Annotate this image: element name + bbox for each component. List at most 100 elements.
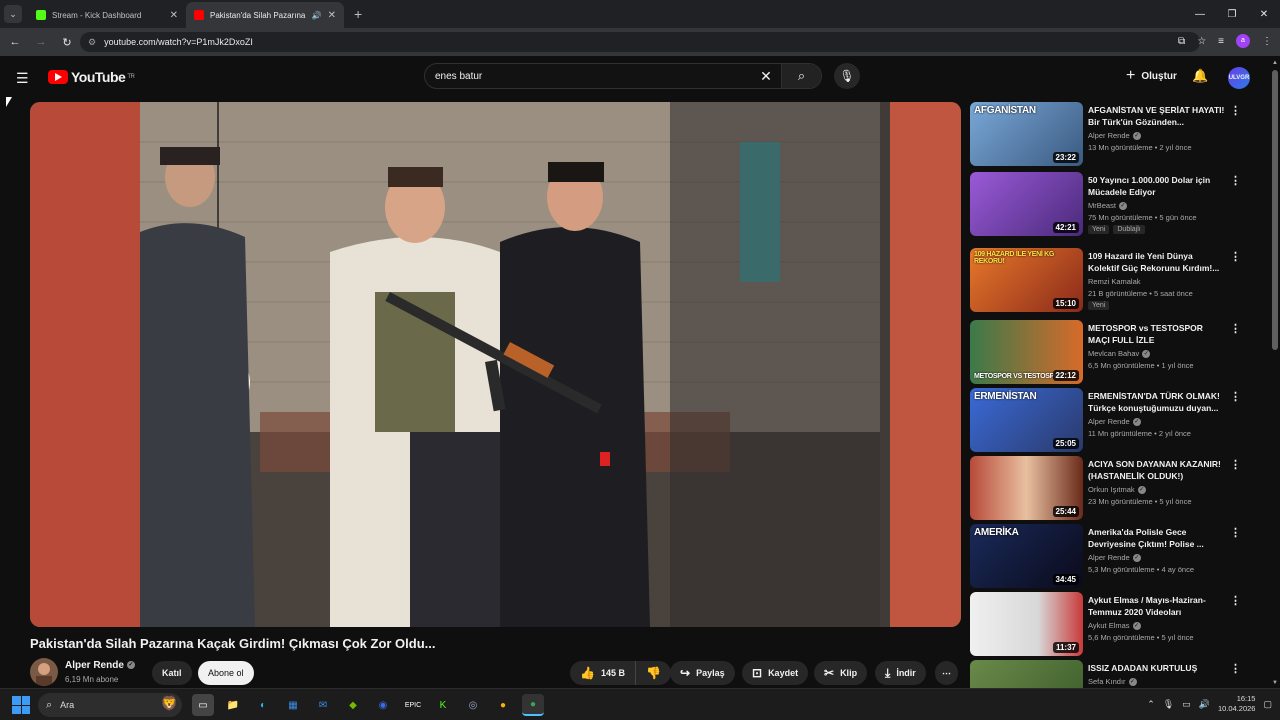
microphone-icon[interactable]: 🎙 (1163, 699, 1174, 710)
recommendation-item[interactable]: ISSIZ ADADAN KURTULUŞ Sefa Kındır ✓ ⋮ (970, 660, 1250, 688)
more-vertical-icon[interactable]: ⋮ (1230, 174, 1241, 187)
profile-avatar[interactable]: a (1236, 34, 1250, 48)
more-vertical-icon[interactable]: ⋮ (1230, 250, 1241, 263)
video-thumbnail[interactable]: 42:21 (970, 172, 1083, 236)
channel-avatar[interactable] (30, 658, 58, 686)
chrome-icon[interactable]: ● (492, 694, 514, 716)
video-thumbnail[interactable]: AMERİKA 34:45 (970, 524, 1083, 588)
share-button[interactable]: ↪ Paylaş (670, 661, 735, 685)
recommendation-item[interactable]: AMERİKA 34:45 Amerika'da Polisle Gece De… (970, 524, 1250, 590)
clock-date: 10.04.2026 (1217, 704, 1256, 713)
more-vertical-icon[interactable]: ⋮ (1230, 526, 1241, 539)
microphone-icon: 🎙 (839, 69, 855, 83)
mail-icon[interactable]: ✉ (312, 694, 334, 716)
dislike-button[interactable]: 👎 (636, 661, 671, 685)
video-thumbnail[interactable]: 25:44 (970, 456, 1083, 520)
recommendation-item[interactable]: 11:37 Aykut Elmas / Mayıs-Haziran-Temmuz… (970, 592, 1250, 658)
scroll-down-icon[interactable]: ▼ (1272, 680, 1278, 686)
more-vertical-icon[interactable]: ⋮ (1230, 594, 1241, 607)
kick-app-icon[interactable]: K (432, 694, 454, 716)
windows-start-icon[interactable] (12, 696, 30, 714)
media-controls-icon[interactable]: ≡ (1218, 36, 1224, 47)
scroll-up-icon[interactable]: ▲ (1272, 60, 1278, 66)
like-button[interactable]: 👍 145 B (570, 661, 636, 685)
video-thumbnail[interactable]: METOSPOR VS TESTOSPOR 22:12 (970, 320, 1083, 384)
more-vertical-icon[interactable]: ⋮ (1230, 390, 1241, 403)
tray-overflow-icon[interactable]: ⌃ (1147, 699, 1155, 710)
close-tab-icon[interactable]: ✕ (328, 10, 336, 21)
notifications-bell-icon[interactable]: 🔔 (1192, 68, 1208, 84)
account-avatar[interactable]: ULVGR (1228, 67, 1250, 89)
taskbar-search[interactable]: ⌕ Ara 🦁 (38, 693, 182, 717)
task-view-icon[interactable]: ▭ (192, 694, 214, 716)
verified-check-icon: ✓ (1132, 418, 1141, 427)
install-app-icon[interactable]: ⧉ (1178, 36, 1185, 47)
video-thumbnail[interactable] (970, 660, 1083, 688)
video-thumbnail[interactable]: AFGANİSTAN 23:22 (970, 102, 1083, 166)
search-button[interactable]: ⌕ (781, 64, 821, 88)
network-icon[interactable]: ▭ (1182, 699, 1191, 710)
forward-icon[interactable]: → (30, 36, 52, 48)
subscribe-button[interactable]: Abone ol (198, 661, 254, 685)
more-vertical-icon[interactable]: ⋮ (1230, 104, 1241, 117)
recommendation-title: AFGANİSTAN VE ŞERİAT HAYATI! Bir Türk'ün… (1088, 105, 1225, 127)
bookmark-star-icon[interactable]: ☆ (1197, 36, 1206, 47)
minimize-icon[interactable]: — (1184, 9, 1216, 20)
video-thumbnail[interactable]: ERMENİSTAN 25:05 (970, 388, 1083, 452)
more-vertical-icon[interactable]: ⋮ (1230, 322, 1241, 335)
steam-icon[interactable]: ◎ (462, 694, 484, 716)
channel-name[interactable]: Alper Rende ✓ (65, 660, 135, 671)
back-icon[interactable]: ← (4, 36, 26, 48)
voice-search-button[interactable]: 🎙 (834, 63, 860, 89)
address-bar[interactable]: ⚙ youtube.com/watch?v=P1mJk2DxoZI (80, 32, 1200, 52)
app-icon[interactable]: ◉ (372, 694, 394, 716)
close-icon[interactable]: ✕ (1248, 9, 1280, 20)
chrome-profile-icon[interactable]: ● (522, 694, 544, 716)
restore-icon[interactable]: ❐ (1216, 9, 1248, 20)
more-vertical-icon[interactable]: ⋮ (1230, 458, 1241, 471)
new-tab-icon[interactable]: + (354, 6, 362, 22)
join-button[interactable]: Katıl (152, 661, 192, 685)
download-button[interactable]: ⤓ İndir (875, 661, 926, 685)
recommendation-item[interactable]: METOSPOR VS TESTOSPOR 22:12 METOSPOR vs … (970, 320, 1250, 386)
logo-text: YouTube (71, 69, 126, 85)
more-vertical-icon[interactable]: ⋮ (1230, 662, 1241, 675)
browser-menu-icon[interactable]: ⋮ (1262, 36, 1272, 47)
browser-tab-youtube[interactable]: Pakistan'da Silah Pazarına K 🔊 ✕ (186, 2, 344, 28)
more-actions-button[interactable]: ⋯ (935, 661, 958, 685)
video-thumbnail[interactable]: 109 HAZARD İLE YENİ KG REKORU! 15:10 (970, 248, 1083, 312)
youtube-logo[interactable]: YouTube TR (48, 69, 135, 85)
microsoft-store-icon[interactable]: ▦ (282, 694, 304, 716)
save-button[interactable]: ⊡ Kaydet (742, 661, 809, 685)
share-icon: ↪ (680, 666, 691, 680)
hamburger-menu-icon[interactable]: ☰ (16, 70, 29, 87)
system-clock[interactable]: 16:15 10.04.2026 (1218, 694, 1256, 714)
video-thumbnail[interactable]: 11:37 (970, 592, 1083, 656)
edge-browser-icon[interactable]: ◐ (252, 694, 274, 716)
epic-games-icon[interactable]: EPIC (402, 694, 424, 716)
reload-icon[interactable]: ↻ (56, 36, 78, 49)
recommendation-item[interactable]: 42:21 50 Yayıncı 1.000.000 Dolar için Mü… (970, 172, 1250, 238)
speaker-icon[interactable]: 🔊 (312, 11, 322, 20)
recommendation-item[interactable]: 109 HAZARD İLE YENİ KG REKORU! 15:10 109… (970, 248, 1250, 314)
clip-button[interactable]: ✂ Klip (814, 661, 868, 685)
search-input[interactable]: enes batur (425, 71, 751, 82)
page-scrollbar[interactable]: ▲ ▼ (1270, 56, 1280, 688)
file-explorer-icon[interactable]: 📁 (222, 694, 244, 716)
scrollbar-thumb[interactable] (1272, 70, 1278, 350)
nvidia-icon[interactable]: ◆ (342, 694, 364, 716)
tab-search-icon[interactable]: ⌄ (4, 5, 22, 23)
recommendation-title: Aykut Elmas / Mayıs-Haziran-Temmuz 2020 … (1088, 595, 1206, 617)
volume-icon[interactable]: 🔊 (1199, 699, 1210, 710)
recommendation-item[interactable]: 25:44 ACIYA SON DAYANAN KAZANIR! (HASTAN… (970, 456, 1250, 522)
site-info-icon[interactable]: ⚙ (88, 37, 96, 48)
notifications-icon[interactable]: ▢ (1263, 699, 1272, 710)
browser-tab-kick[interactable]: Stream - Kick Dashboard ✕ (28, 2, 186, 28)
recommendation-item[interactable]: ERMENİSTAN 25:05 ERMENİSTAN'DA TÜRK OLMA… (970, 388, 1250, 454)
close-tab-icon[interactable]: ✕ (170, 10, 178, 21)
plus-icon: + (1126, 67, 1136, 84)
clear-search-icon[interactable]: ✕ (751, 68, 781, 85)
create-button[interactable]: + Oluştur (1116, 64, 1187, 88)
video-player[interactable] (30, 102, 961, 627)
recommendation-item[interactable]: AFGANİSTAN 23:22 AFGANİSTAN VE ŞERİAT HA… (970, 102, 1250, 168)
